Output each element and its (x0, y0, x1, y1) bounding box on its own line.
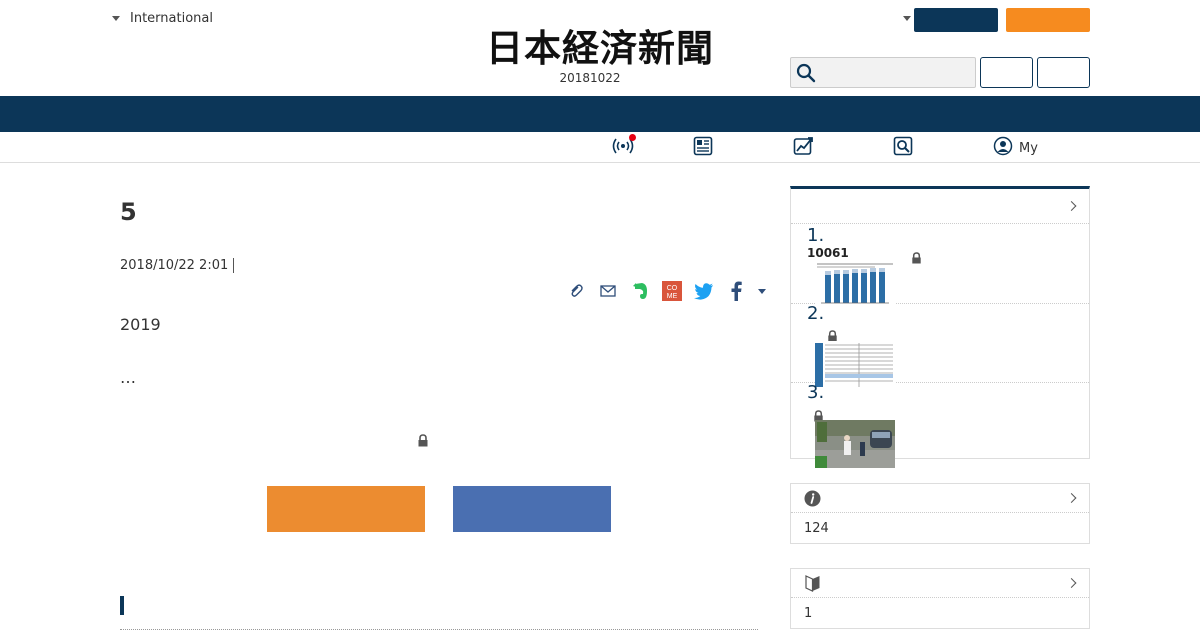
beginner-panel: 1 (790, 568, 1090, 629)
search-box[interactable] (790, 57, 976, 88)
chevron-right-icon (1066, 578, 1077, 588)
ranking-header[interactable] (791, 189, 1089, 224)
section-heading-marker (120, 596, 124, 615)
beginner-panel-header[interactable] (791, 569, 1089, 598)
region-label: International (130, 11, 213, 26)
info-panel-value: 124 (804, 521, 829, 536)
ranking-item-1[interactable]: 1. 10061 (791, 225, 1089, 307)
ranking-thumbnail (815, 261, 895, 307)
chevron-right-icon (1066, 201, 1077, 211)
beginner-leaf-icon (805, 574, 821, 596)
facebook-icon[interactable] (720, 278, 752, 304)
service-nav: My (0, 132, 1200, 163)
ranking-panel: 1. 10061 2. 3. (790, 186, 1090, 468)
share-more-caret-icon[interactable] (752, 278, 772, 304)
chevron-right-icon (1066, 493, 1077, 503)
nav-live[interactable] (612, 134, 636, 160)
news-search-icon (893, 136, 913, 160)
main-nav-bar[interactable] (0, 96, 1200, 132)
subscribe-button[interactable] (1006, 8, 1090, 32)
mail-icon[interactable] (592, 278, 624, 304)
lock-icon (417, 432, 429, 451)
ranking-item-3[interactable]: 3. (791, 382, 1089, 468)
site-header: International 日本経済新聞 20181022 (0, 0, 1200, 96)
newspaper-icon (693, 136, 713, 160)
search-icon[interactable] (791, 58, 821, 88)
svg-text:ME: ME (667, 293, 678, 300)
header-button-2[interactable] (1037, 57, 1090, 88)
twitter-icon[interactable] (688, 278, 720, 304)
nav-my-label: My (1019, 140, 1038, 156)
search-input[interactable] (821, 58, 971, 87)
article-datetime: 2018/10/22 2:01 (120, 258, 235, 273)
rank-title: 10061 (807, 246, 849, 260)
article-lead: 2019 (120, 315, 161, 334)
subscribe-cta-button[interactable] (267, 486, 425, 532)
caret-down-icon[interactable] (903, 16, 911, 21)
notification-dot (629, 134, 636, 141)
edition-date: 20181022 (559, 71, 621, 85)
rank-number: 1. (807, 225, 825, 246)
market-chart-icon (793, 136, 815, 160)
beginner-panel-value: 1 (804, 606, 813, 621)
rank-number: 3. (807, 382, 825, 403)
share-toolbar: CO ME (560, 278, 772, 304)
region-selector[interactable]: International (112, 11, 213, 26)
login-button[interactable] (914, 8, 998, 32)
header-button-1[interactable] (980, 57, 1033, 88)
ranking-item-2[interactable]: 2. (791, 303, 1089, 389)
evernote-icon[interactable] (624, 278, 656, 304)
logo-wordmark: 日本経済新聞 (486, 26, 714, 70)
info-panel-header[interactable] (791, 484, 1089, 513)
info-icon (804, 490, 821, 511)
nav-my[interactable]: My (993, 136, 1038, 160)
caret-down-icon (112, 16, 120, 21)
ranking-thumbnail (815, 420, 895, 468)
live-broadcast-icon (612, 134, 636, 160)
divider (233, 258, 235, 273)
rank-number: 2. (807, 303, 825, 324)
article-datetime-text: 2018/10/22 2:01 (120, 258, 229, 273)
comemo-icon[interactable]: CO ME (656, 278, 688, 304)
article-title: 5 (120, 198, 137, 226)
site-logo[interactable]: 日本経済新聞 (450, 28, 750, 68)
info-panel: 124 (790, 483, 1090, 544)
article-ellipsis: … (120, 368, 136, 387)
nav-market[interactable] (793, 137, 815, 159)
svg-text:CO: CO (667, 285, 678, 292)
ranking-thumbnail (815, 341, 895, 389)
login-cta-button[interactable] (453, 486, 611, 532)
nav-newspaper[interactable] (693, 136, 713, 160)
lock-icon (911, 249, 922, 268)
user-icon (993, 136, 1013, 160)
clip-icon[interactable] (560, 278, 592, 304)
nav-news-search[interactable] (893, 136, 913, 160)
